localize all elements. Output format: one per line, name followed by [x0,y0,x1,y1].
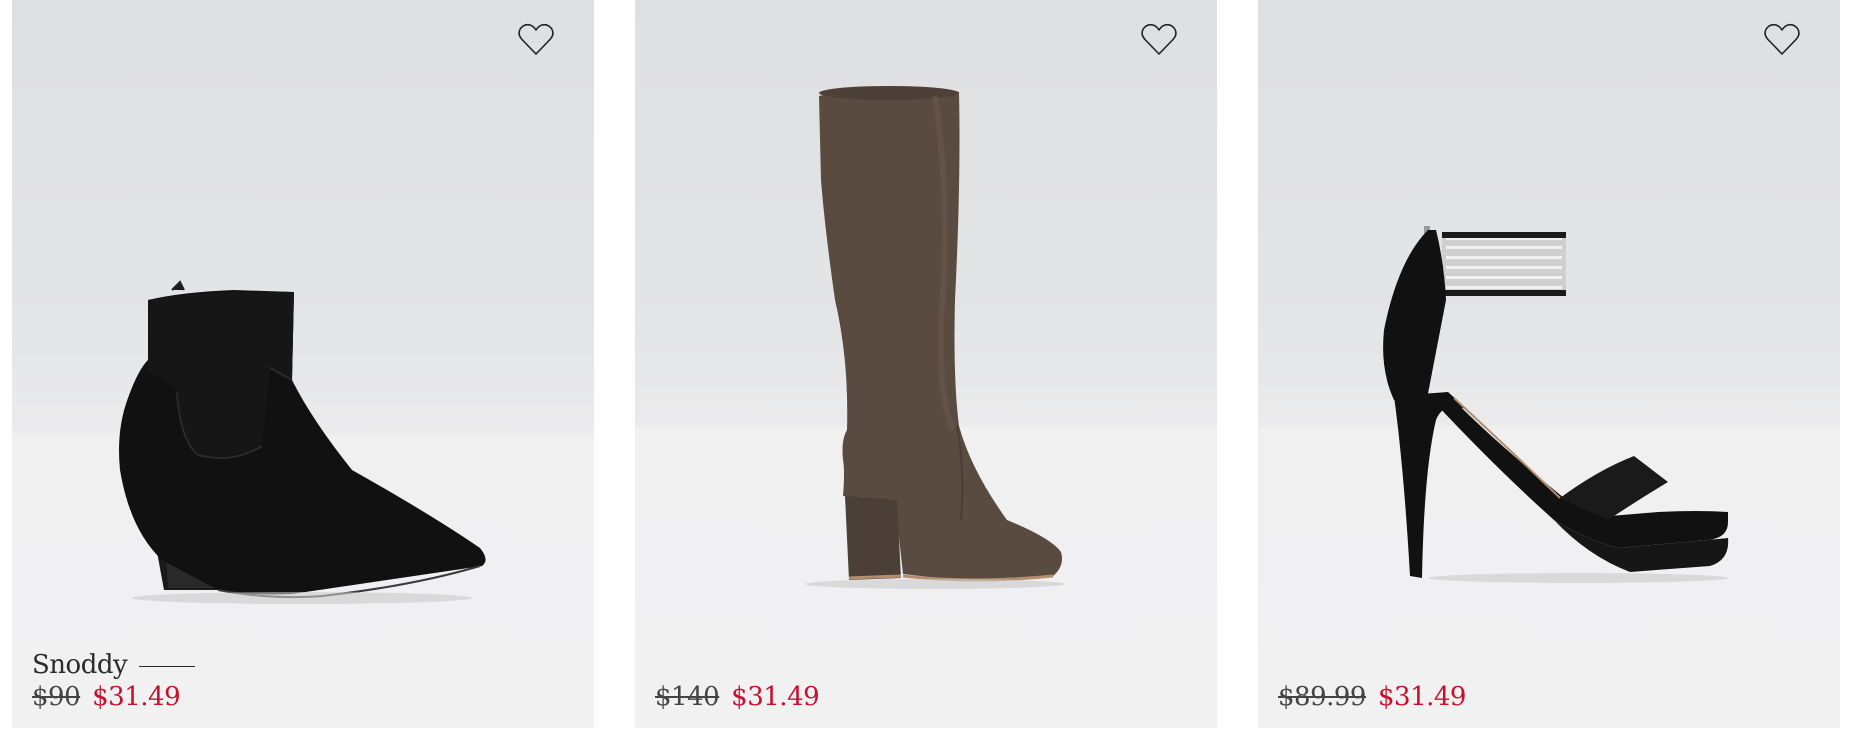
product-info: Snoddy $90 $31.49 [32,650,196,714]
product-image-platform-sandal[interactable] [1258,0,1840,728]
original-price: $140 [655,682,720,712]
product-card[interactable]: Snoddy $90 $31.49 [12,0,594,728]
original-price: $90 [32,682,81,712]
price-row: $140 $31.49 [655,680,820,714]
sale-price: $31.49 [1377,682,1466,712]
product-info: $140 $31.49 [655,680,820,714]
sale-price: $31.49 [92,682,181,712]
wishlist-heart-icon[interactable] [516,20,556,60]
product-grid: Snoddy $90 $31.49 $140 $31.49 $89.99 $31… [12,0,1842,728]
product-image-knee-high-boot[interactable] [635,0,1217,728]
original-price: $89.99 [1278,682,1366,712]
product-info: $89.99 $31.49 [1278,680,1466,714]
product-name-row[interactable]: Snoddy [32,650,196,680]
product-image-ankle-bootie[interactable] [12,0,594,728]
sale-price: $31.49 [731,682,820,712]
wishlist-heart-icon[interactable] [1762,20,1802,60]
product-card[interactable]: $89.99 $31.49 [1258,0,1840,728]
product-name[interactable]: Snoddy [32,650,128,680]
price-row: $90 $31.49 [32,680,195,714]
price-row: $89.99 $31.49 [1278,680,1466,714]
product-card[interactable]: $140 $31.49 [635,0,1217,728]
name-underline-divider [139,665,196,667]
wishlist-heart-icon[interactable] [1139,20,1179,60]
